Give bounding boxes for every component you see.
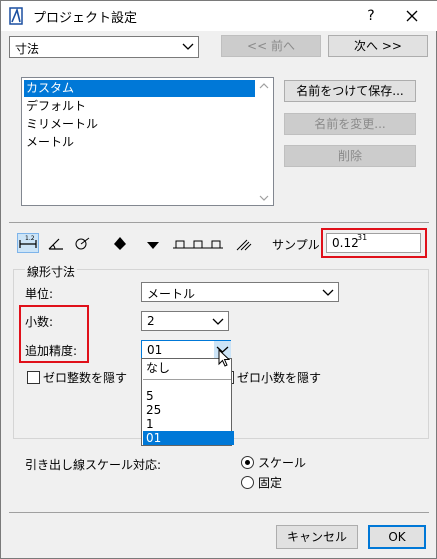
list-item[interactable]: カスタム — [24, 80, 255, 97]
list-item[interactable]: ミリメートル — [24, 116, 98, 133]
fixed-radio-label: 固定 — [258, 476, 283, 490]
angle-dimension-icon[interactable] — [46, 234, 66, 252]
leader-scale-label: 引き出し線スケール対応: — [25, 458, 162, 472]
hide-zero-integer-checkbox[interactable] — [27, 371, 40, 384]
linear-dimension-group-title: 線形寸法 — [25, 263, 78, 280]
dropdown-option[interactable]: 25 — [143, 403, 234, 417]
list-item[interactable]: メートル — [24, 134, 74, 151]
ok-button[interactable]: OK — [368, 525, 426, 549]
unit-select[interactable]: メートル — [141, 282, 339, 302]
scroll-up-icon[interactable] — [258, 80, 270, 90]
project-settings-dialog: プロジェクト設定 ? 寸法 << 前へ 次へ >> カスタム デフォルト ミリメ… — [0, 0, 437, 559]
scale-radio[interactable] — [241, 456, 254, 469]
extra-precision-label: 追加精度: — [25, 344, 78, 358]
dropdown-divider — [143, 379, 231, 380]
title-bar: プロジェクト設定 ? — [1, 1, 437, 31]
archicad-app-icon — [9, 7, 25, 25]
divider — [9, 512, 429, 513]
sample-label: サンプル: — [272, 238, 324, 252]
dropdown-option[interactable]: 5 — [143, 389, 234, 403]
window-title: プロジェクト設定 — [33, 11, 138, 26]
level-dimension-icon[interactable] — [110, 234, 130, 252]
scale-radio-label: スケール — [258, 456, 307, 470]
decimals-label: 小数: — [25, 315, 54, 329]
next-button[interactable]: 次へ >> — [328, 35, 428, 57]
hide-zero-decimal-label: ゼロ小数を隠す — [237, 371, 322, 385]
cancel-button[interactable]: キャンセル — [276, 525, 358, 549]
chevron-down-icon — [182, 41, 194, 51]
decimals-select[interactable]: 2 — [141, 311, 229, 331]
rename-button[interactable]: 名前を変更... — [284, 113, 416, 135]
sample-superscript: 31 — [357, 233, 368, 242]
radio-dot — [245, 460, 250, 465]
preset-list[interactable]: カスタム デフォルト ミリメートル メートル — [21, 77, 274, 206]
help-button[interactable]: ? — [361, 5, 381, 27]
preset-category-select[interactable]: 寸法 — [9, 36, 199, 58]
close-icon[interactable] — [401, 5, 423, 27]
dropdown-option[interactable]: 01 — [143, 431, 234, 445]
linear-dimension-icon: 1.2 — [19, 235, 37, 248]
preset-category-value: 寸法 — [15, 42, 40, 56]
area-calculation-icon[interactable] — [234, 234, 262, 252]
chevron-down-icon — [212, 316, 224, 326]
chevron-down-icon — [322, 287, 334, 297]
scroll-down-icon[interactable] — [258, 192, 270, 202]
dropdown-option[interactable]: 1 — [143, 417, 234, 431]
divider — [9, 222, 429, 223]
prev-button[interactable]: << 前へ — [221, 35, 321, 57]
radial-dimension-icon[interactable] — [73, 234, 93, 252]
fixed-radio[interactable] — [241, 476, 254, 489]
unit-label: 単位: — [25, 287, 54, 301]
elevation-dimension-icon[interactable] — [143, 234, 163, 252]
list-item[interactable]: デフォルト — [24, 98, 86, 115]
save-as-button[interactable]: 名前をつけて保存... — [284, 80, 416, 102]
extra-precision-dropdown[interactable]: なし 5 25 1 01 — [141, 358, 234, 446]
sample-value: 0.12 — [332, 236, 359, 250]
extra-precision-value: 01 — [147, 343, 163, 357]
mouse-cursor-icon — [218, 348, 232, 369]
hide-zero-integer-label: ゼロ整数を隠す — [43, 371, 128, 385]
sample-preview: 0.12 31 — [326, 233, 421, 253]
linear-dimension-tab[interactable]: 1.2 — [17, 233, 39, 253]
delete-button[interactable]: 削除 — [284, 145, 416, 167]
door-window-dimension-icon[interactable] — [171, 234, 225, 252]
unit-value: メートル — [147, 287, 196, 301]
svg-text:1.2: 1.2 — [25, 235, 35, 242]
decimals-value: 2 — [147, 314, 155, 328]
